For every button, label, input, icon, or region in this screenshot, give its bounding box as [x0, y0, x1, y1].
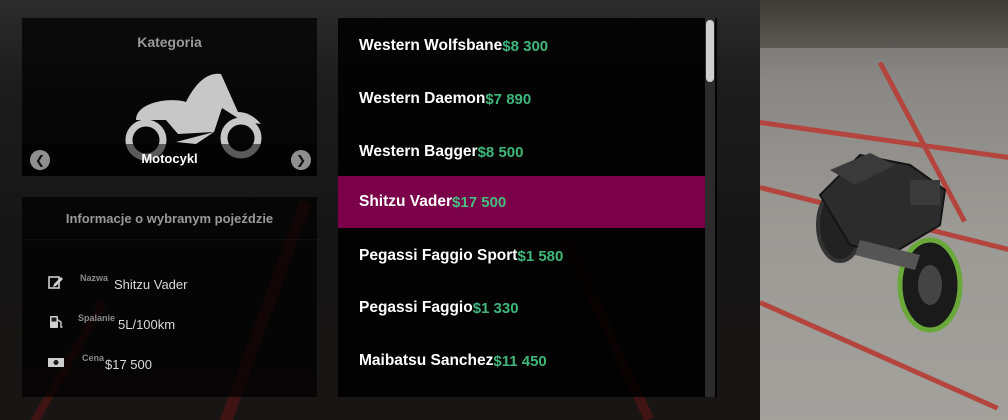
- vehicle-name: Western Bagger: [359, 143, 478, 160]
- vehicle-list[interactable]: Western Wolfsbane $8 300 Western Daemon $7…: [338, 18, 717, 397]
- vehicle-price: $7 890: [485, 90, 532, 108]
- vehicle-price: $17 500: [452, 193, 507, 211]
- vehicle-info-panel: Informacje o wybranym pojeździe Nazwa Sh…: [22, 197, 317, 397]
- info-value-name: Shitzu Vader: [114, 277, 188, 292]
- vehicle-name: Western Daemon: [359, 90, 486, 107]
- vehicle-name: Pegassi Faggio Sport: [359, 247, 518, 264]
- vehicle-name: Pegassi Faggio: [359, 299, 473, 316]
- divider: [22, 239, 317, 240]
- info-label: Nazwa: [80, 273, 109, 283]
- vehicle-list-scrollbar[interactable]: [705, 18, 715, 397]
- info-label: Spalanie: [78, 313, 116, 323]
- vehicle-preview-scene: [760, 0, 1008, 420]
- info-label: Cena: [82, 353, 105, 363]
- category-title: Kategoria: [137, 34, 202, 50]
- vehicle-name: Western Wolfsbane: [359, 37, 503, 54]
- vehicle-list-item[interactable]: Pegassi Faggio Sport $1 580: [338, 230, 705, 282]
- vehicle-name: Maibatsu Sanchez: [359, 352, 494, 369]
- scrollbar-thumb[interactable]: [706, 20, 714, 82]
- vehicle-price: $1 330: [472, 299, 519, 317]
- vehicle-price: $8 300: [502, 37, 549, 55]
- vehicle-list-item[interactable]: Western Wolfsbane $8 300: [338, 20, 705, 72]
- category-panel: Kategoria ❮ Motocykl ❯: [22, 18, 317, 176]
- vehicle-price: $11 450: [493, 352, 547, 370]
- vehicle-price: $8 500: [477, 143, 524, 161]
- info-value-fuel: 5L/100km: [118, 317, 176, 332]
- vehicle-price: $1 580: [517, 247, 564, 265]
- vehicle-list-item-selected[interactable]: Shitzu Vader $17 500: [338, 176, 705, 228]
- vehicle-list-item[interactable]: Maibatsu Sanchez $11 450: [338, 335, 705, 387]
- info-title: Informacje o wybranym pojeździe: [65, 211, 274, 226]
- vehicle-list-item[interactable]: Western Bagger $8 500: [338, 126, 705, 178]
- info-value-price: $17 500: [105, 357, 152, 372]
- chevron-right-icon[interactable]: ❯: [291, 150, 311, 170]
- fuel-icon: [50, 316, 63, 328]
- motorcycle-preview: [816, 153, 963, 333]
- category-name: Motocykl: [141, 151, 198, 166]
- vehicle-list-item[interactable]: Western Daemon $7 890: [338, 73, 705, 125]
- vehicle-name: Shitzu Vader: [359, 193, 453, 210]
- banknote-icon: [48, 358, 64, 367]
- vehicle-list-item[interactable]: Pegassi Faggio $1 330: [338, 282, 705, 334]
- edit-icon: [48, 276, 63, 289]
